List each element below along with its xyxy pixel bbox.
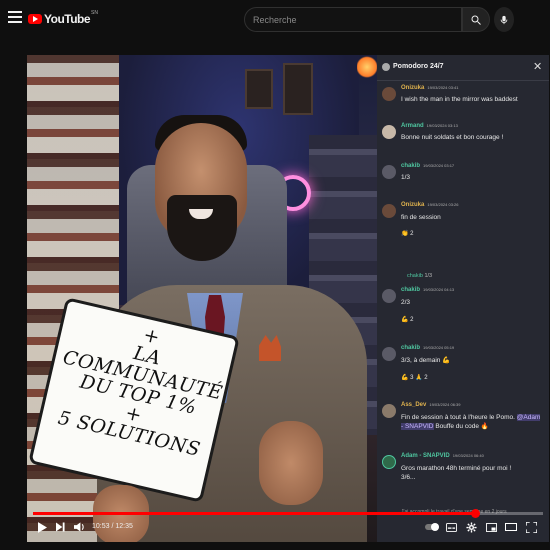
subtitles-button[interactable] [445,520,457,534]
voice-search-button[interactable] [494,7,514,32]
youtube-play-icon [28,14,42,24]
youtube-page: YouTube SN + LA [0,0,550,550]
search-input[interactable] [245,8,461,31]
chat-title: Pomodoro 24/7 [393,63,444,70]
search-icon [471,15,481,25]
progress-scrubber[interactable] [470,509,480,518]
avatar [382,165,396,179]
hand [259,421,323,505]
message-text: 2/3 [401,299,411,306]
message-reaction[interactable]: 💪 2 [401,316,413,323]
autoplay-toggle[interactable] [425,520,439,534]
video-player[interactable]: + LA COMMUNAUTÉ DU TOP 1% + 5 SOLUTIONS [27,55,377,542]
message-author: Armand 19/03/2024 03:13 [401,123,458,129]
message-reaction[interactable]: 💪 3 🙏 2 [401,374,428,381]
gear-icon [465,521,477,533]
message-time: 19/03/2024 05:19 [423,345,455,350]
play-icon [37,521,47,533]
message-author: chakib 19/03/2024 04:13 [401,287,455,293]
theater-mode-button[interactable] [505,520,517,534]
chat-header: Pomodoro 24/7 ✕ [377,55,549,81]
play-button[interactable] [37,520,47,534]
message-author: Ass_Dev 19/03/2024 06:39 [401,402,461,408]
autoplay-toggle-icon [425,523,439,531]
message-author: Onizuka 19/03/2024 03:26 [401,202,459,208]
message-time: 19/03/2024 04:13 [423,287,455,292]
logo-country-code: SN [91,10,98,16]
wall-frame [245,69,273,109]
top-bar: YouTube SN [0,0,550,40]
message-author: Adam - SNAPVID 19/03/2024 06:40 [401,453,484,459]
avatar [382,289,396,303]
settings-button[interactable] [465,520,477,534]
chat-channel-icon [382,63,390,71]
fullscreen-icon [525,521,537,533]
message-text: 1/3 [401,174,411,181]
next-icon [55,522,65,532]
message-author: chakib 19/03/2024 05:19 [401,345,455,351]
time-display: 10:53 / 12:35 [92,523,133,530]
microphone-icon [500,15,508,24]
progress-fill [33,512,475,515]
miniplayer-button[interactable] [485,520,497,534]
next-button[interactable] [55,520,65,534]
subtitles-icon [445,522,457,532]
hamburger-menu-icon[interactable] [8,11,22,25]
fullscreen-button[interactable] [525,520,537,534]
message-time: 19/03/2024 03:26 [427,202,459,207]
message-reaction[interactable]: 👏 2 [401,230,413,237]
avatar [382,455,396,469]
progress-bar[interactable] [33,509,543,518]
reply-author: chakib 1/3 [407,273,433,279]
message-time: 19/03/2024 03:17 [423,163,455,168]
chat-panel: Pomodoro 24/7 ✕ Onizuka 19/03/2024 03:41 … [377,55,549,542]
message-text: fin de session [401,214,441,221]
message-time: 19/03/2024 06:39 [429,402,461,407]
message-author: chakib 19/03/2024 03:17 [401,163,455,169]
message-time: 19/03/2024 06:40 [452,453,484,458]
avatar [382,347,396,361]
message-text: Gros marathon 48h terminé pour moi ! 3/6… [401,465,512,481]
message-text: 3/3, à demain 💪 [401,357,451,364]
search-button[interactable] [462,7,490,32]
message-time: 19/03/2024 03:13 [426,123,458,128]
volume-icon [73,522,84,532]
message-text: Bonne nuit soldats et bon courage ! [401,134,504,141]
lamp-light [357,55,377,79]
volume-button[interactable] [73,520,85,534]
message-author: Onizuka 19/03/2024 03:41 [401,85,459,91]
wall-frame [283,63,313,115]
message-text: I wish the man in the mirror was baddest [401,96,518,103]
miniplayer-icon [485,522,497,532]
avatar [382,404,396,418]
search-box [244,7,462,32]
avatar [382,87,396,101]
message-text: Fin de session à tout à l'heure le Pomo.… [401,414,541,430]
close-icon[interactable]: ✕ [533,60,542,73]
avatar [382,204,396,218]
avatar [382,125,396,139]
youtube-logo[interactable]: YouTube SN [28,10,98,27]
message-time: 19/03/2024 03:41 [427,85,459,90]
player-controls: 10:53 / 12:35 [27,508,549,542]
theater-mode-icon [505,523,517,531]
logo-text: YouTube [44,12,91,26]
